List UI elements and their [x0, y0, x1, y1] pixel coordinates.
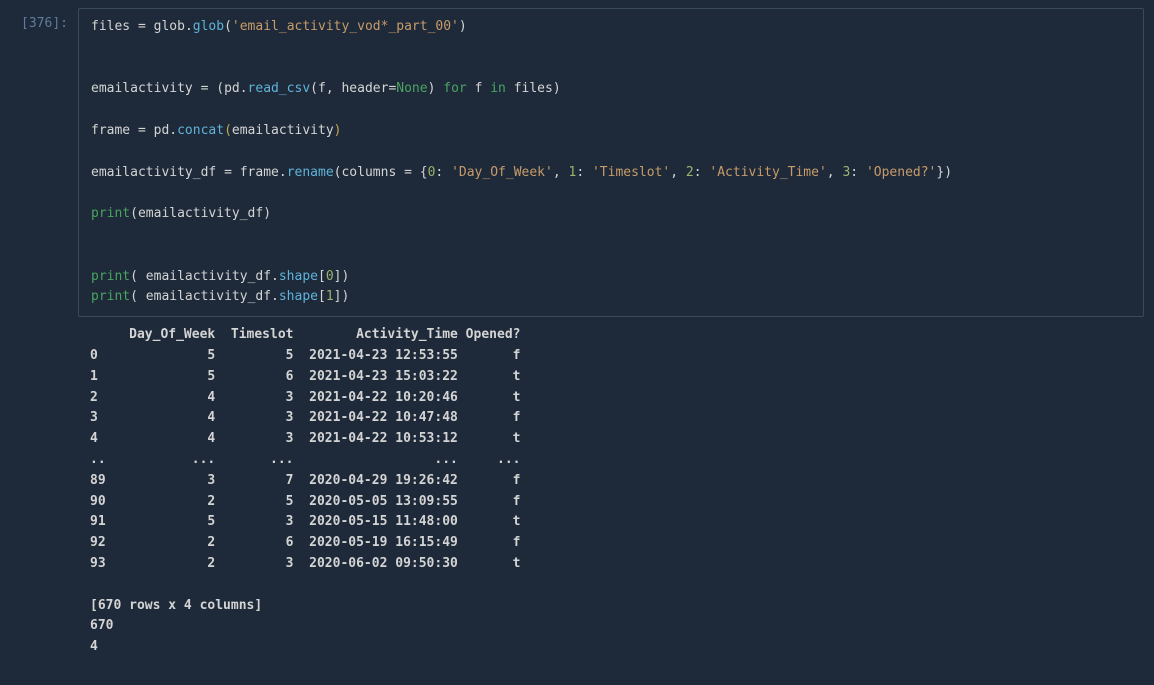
code-token: 'Opened?' — [866, 165, 936, 180]
code-token: f, header — [318, 81, 388, 96]
output-row: 92 2 6 2020-05-19 16:15:49 f — [90, 535, 520, 550]
code-token: ]) — [334, 269, 350, 284]
code-token: : — [850, 165, 858, 180]
code-token: : — [435, 165, 443, 180]
code-token: }) — [936, 165, 952, 180]
output-prompt — [10, 317, 78, 325]
code-token: ( — [130, 269, 138, 284]
code-token: 1 — [326, 289, 334, 304]
code-token: ( — [216, 81, 224, 96]
code-token: emailactivity_df — [91, 165, 216, 180]
output-row: 3 4 3 2021-04-22 10:47:48 f — [90, 410, 520, 425]
code-token: 'Day_Of_Week' — [451, 165, 553, 180]
output-row: 4 4 3 2021-04-22 10:53:12 t — [90, 431, 520, 446]
code-token: ) — [428, 81, 436, 96]
code-output: Day_Of_Week Timeslot Activity_Time Opene… — [78, 317, 1144, 658]
code-token: : — [576, 165, 584, 180]
code-token: [ — [318, 269, 326, 284]
code-token: emailactivity_df — [138, 206, 263, 221]
output-cell: Day_Of_Week Timeslot Activity_Time Opene… — [10, 317, 1144, 658]
code-token: [ — [318, 289, 326, 304]
output-row: 89 3 7 2020-04-29 19:26:42 f — [90, 473, 520, 488]
code-token: : — [694, 165, 702, 180]
code-token: frame — [240, 165, 279, 180]
code-token: ( — [130, 206, 138, 221]
code-token: pd — [154, 123, 170, 138]
code-token: print — [91, 269, 130, 284]
code-token: = — [224, 165, 232, 180]
output-footer: 670 — [90, 618, 113, 633]
code-token: files — [91, 19, 130, 34]
code-input[interactable]: files = glob.glob('email_activity_vod*_p… — [78, 8, 1144, 317]
code-token: glob — [193, 19, 224, 34]
code-token: ) — [263, 206, 271, 221]
code-token: = — [138, 19, 146, 34]
code-token: . — [271, 289, 279, 304]
code-token: . — [279, 165, 287, 180]
code-token: shape — [279, 289, 318, 304]
code-token: . — [271, 269, 279, 284]
code-token: 'Activity_Time' — [709, 165, 826, 180]
code-token: frame — [91, 123, 130, 138]
code-token: ( — [224, 19, 232, 34]
output-header: Day_Of_Week Timeslot Activity_Time Opene… — [90, 327, 520, 342]
output-row: 90 2 5 2020-05-05 13:09:55 f — [90, 494, 520, 509]
code-token: ( — [224, 123, 232, 138]
code-token: 0 — [326, 269, 334, 284]
code-token: { — [420, 165, 428, 180]
code-token: ( — [130, 289, 138, 304]
code-token: rename — [287, 165, 334, 180]
code-cell: [376]: files = glob.glob('email_activity… — [10, 8, 1144, 317]
code-token: pd — [224, 81, 240, 96]
cell-prompt: [376]: — [10, 8, 78, 31]
code-token: read_csv — [248, 81, 311, 96]
code-token: emailactivity_df — [146, 269, 271, 284]
code-token: ( — [310, 81, 318, 96]
code-token: in — [490, 81, 506, 96]
code-token: shape — [279, 269, 318, 284]
code-token: concat — [177, 123, 224, 138]
output-row: 91 5 3 2020-05-15 11:48:00 t — [90, 514, 520, 529]
code-token: for — [443, 81, 466, 96]
code-token: ) — [459, 19, 467, 34]
code-token: emailactivity_df — [146, 289, 271, 304]
code-token: emailactivity — [91, 81, 193, 96]
output-row: 93 2 3 2020-06-02 09:50:30 t — [90, 556, 520, 571]
code-token: ) — [334, 123, 342, 138]
code-token: ) — [553, 81, 561, 96]
code-token: emailactivity — [232, 123, 334, 138]
code-token: files — [514, 81, 553, 96]
code-token: glob — [154, 19, 185, 34]
output-row: 2 4 3 2021-04-22 10:20:46 t — [90, 390, 520, 405]
code-token: = — [138, 123, 146, 138]
output-row: 1 5 6 2021-04-23 15:03:22 t — [90, 369, 520, 384]
code-token: , — [827, 165, 835, 180]
code-token: , — [553, 165, 561, 180]
code-token: 'email_activity_vod*_part_00' — [232, 19, 459, 34]
code-token: columns — [341, 165, 396, 180]
code-token: print — [91, 289, 130, 304]
code-token: 2 — [686, 165, 694, 180]
code-token: f — [475, 81, 483, 96]
code-token: . — [185, 19, 193, 34]
code-token: . — [169, 123, 177, 138]
code-token: = — [404, 165, 412, 180]
output-row: 0 5 5 2021-04-23 12:53:55 f — [90, 348, 520, 363]
code-token: 'Timeslot' — [592, 165, 670, 180]
output-footer: [670 rows x 4 columns] — [90, 598, 262, 613]
code-token: ]) — [334, 289, 350, 304]
code-token: None — [396, 81, 427, 96]
code-token: , — [670, 165, 678, 180]
code-token: = — [201, 81, 209, 96]
code-token: . — [240, 81, 248, 96]
output-footer: 4 — [90, 639, 98, 654]
output-row: .. ... ... ... ... — [90, 452, 520, 467]
code-token: print — [91, 206, 130, 221]
